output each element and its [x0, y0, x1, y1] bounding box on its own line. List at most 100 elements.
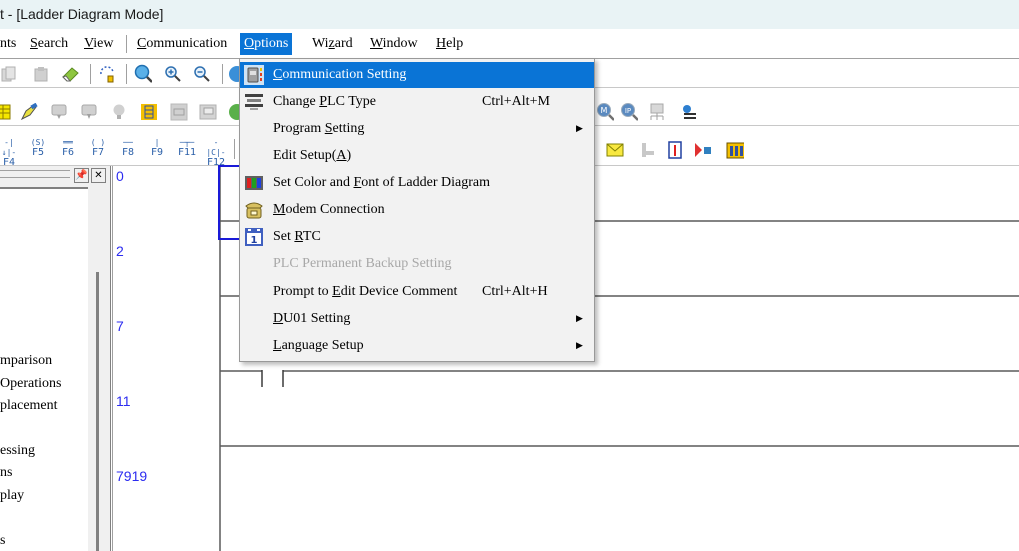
menu-item-label: Set RTC — [273, 224, 321, 250]
menu-label-rest: ommunication — [146, 36, 228, 51]
label-hotkey: D — [273, 311, 284, 326]
menu-window[interactable]: Window — [366, 33, 422, 55]
menu-item-program-setting[interactable]: Program Setting ▶ — [240, 116, 594, 142]
shortcut-text: Ctrl+Alt+H — [482, 284, 548, 299]
tree-item[interactable]: s — [0, 533, 5, 549]
menu-wizard[interactable]: Wizard — [308, 33, 357, 55]
label-rest: ont of Ladder Diagram — [361, 175, 490, 190]
toolbar-separator — [90, 64, 91, 84]
grid-icon[interactable] — [0, 103, 14, 121]
change-plc-type-icon — [244, 92, 264, 112]
label-hotkey: A — [336, 148, 347, 163]
label-hotkey: S — [324, 121, 333, 136]
search-icon[interactable] — [134, 64, 152, 83]
menu-label-pre: Wi — [312, 36, 329, 51]
zoom-out-icon[interactable] — [193, 65, 211, 83]
panel-grip[interactable] — [0, 170, 70, 178]
menu-label-initial: H — [436, 36, 447, 51]
pen-icon[interactable] — [20, 103, 38, 121]
fkey-f7-button[interactable]: ( ) F7 — [87, 138, 109, 160]
relay-icon[interactable] — [170, 103, 188, 121]
fkey-f12-button[interactable]: -|C|- F12 — [205, 138, 227, 168]
menu-label-rest: earch — [37, 36, 69, 51]
label-pre: Prompt to — [273, 284, 333, 299]
menu-item-language-setup[interactable]: Language Setup ▶ — [240, 333, 594, 359]
tree-scrollbar[interactable] — [88, 187, 110, 551]
module-icon[interactable] — [726, 141, 744, 159]
tree-item[interactable]: ns — [0, 465, 12, 481]
menu-item-du01-setting[interactable]: DU01 Setting ▶ — [240, 306, 594, 332]
menu-label-rest: ard — [334, 36, 353, 51]
svg-text:1: 1 — [251, 235, 258, 246]
modbus-search-icon[interactable]: M — [596, 103, 614, 121]
print-icon[interactable] — [199, 103, 217, 121]
menu-item-set-rtc[interactable]: 1 Set RTC — [240, 224, 594, 250]
signal-block-icon[interactable] — [694, 141, 712, 159]
menu-help[interactable]: Help — [432, 33, 467, 55]
label-rest: dit Device Comment — [340, 284, 458, 299]
label-pre: Set — [273, 229, 295, 244]
fkey-label: F5 — [31, 147, 45, 158]
settings-list-icon[interactable] — [680, 103, 698, 121]
eraser-icon[interactable] — [62, 65, 80, 83]
toolbar-separator — [234, 139, 235, 159]
menu-label-rest: iew — [93, 36, 114, 51]
menu-edit-partial[interactable]: nts — [0, 33, 20, 55]
line-number: 7919 — [116, 468, 148, 484]
menu-search[interactable]: Search — [26, 33, 72, 55]
menu-item-label: Language Setup — [273, 333, 364, 359]
calendar-icon: 1 — [244, 227, 264, 247]
fkey-f4-button[interactable]: -|↓|- F4 — [0, 138, 20, 168]
fkey-label: F8 — [121, 147, 135, 158]
fkey-f9-button[interactable]: | F9 — [146, 138, 168, 160]
menu-label-rest: elp — [446, 36, 464, 51]
shortcut-text: Ctrl+Alt+M — [482, 94, 550, 109]
fkey-f6-button[interactable]: ══ F6 — [57, 138, 79, 160]
menu-item-set-color-font[interactable]: Set Color and Font of Ladder Diagram — [240, 170, 594, 196]
menu-item-change-plc-type[interactable]: Change PLC Type Ctrl+Alt+M — [240, 89, 594, 115]
menu-options[interactable]: Options — [240, 33, 293, 55]
tree-item[interactable]: play — [0, 488, 24, 504]
copy-icon[interactable] — [0, 65, 18, 83]
fkey-label: F6 — [61, 147, 75, 158]
menu-view[interactable]: View — [80, 33, 118, 55]
menu-item-communication-setting[interactable]: Communication Setting — [240, 62, 594, 88]
zoom-in-icon[interactable] — [164, 65, 182, 83]
close-icon[interactable]: ✕ — [91, 168, 106, 183]
menu-item-edit-setup[interactable]: Edit Setup(A) — [240, 143, 594, 169]
menu-item-label: Program Setting — [273, 116, 364, 142]
tree-item[interactable]: mparison — [0, 353, 52, 369]
project-panel: 📌 ✕ mparison Operations placement essing… — [0, 166, 111, 551]
menu-communication[interactable]: Communication — [133, 33, 231, 55]
tree-item[interactable]: Operations — [0, 376, 61, 392]
undo-redo-icon[interactable] — [98, 65, 116, 83]
fkey-f8-button[interactable]: ── F8 — [117, 138, 139, 160]
menu-item-prompt-edit-comment[interactable]: Prompt to Edit Device Comment Ctrl+Alt+H — [240, 279, 594, 305]
network-icon[interactable] — [648, 103, 666, 121]
menu-item-modem-connection[interactable]: Modem Connection — [240, 197, 594, 223]
menu-bar: nts Search View Communication Options Wi… — [0, 29, 1019, 59]
submenu-arrow-icon: ▶ — [576, 341, 583, 351]
menu-item-label: Prompt to Edit Device Comment — [273, 279, 457, 305]
pin-icon[interactable]: 📌 — [74, 168, 89, 183]
fkey-f11-button[interactable]: ─┬─ F11 — [176, 138, 198, 160]
mail-icon[interactable] — [606, 141, 624, 159]
ip-search-icon[interactable]: IP — [620, 103, 638, 121]
axis-icon[interactable] — [638, 141, 656, 159]
bulb-icon[interactable] — [110, 103, 128, 121]
tree-item[interactable]: essing — [0, 443, 35, 459]
menu-label-initial: W — [370, 36, 383, 51]
label-hotkey: E — [332, 284, 341, 299]
fkey-f5-button[interactable]: (S) F5 — [27, 138, 49, 160]
label-pre: Program — [273, 121, 325, 136]
tree-item[interactable]: placement — [0, 398, 58, 414]
options-menu: Communication Setting Change PLC Type Ct… — [239, 58, 595, 362]
monitor-down-icon[interactable] — [80, 103, 98, 121]
menu-label: nts — [0, 36, 17, 51]
menu-item-label: Set Color and Font of Ladder Diagram — [273, 170, 490, 196]
scrollbar-thumb[interactable] — [96, 272, 99, 551]
paste-icon[interactable] — [32, 65, 50, 83]
monitor-up-icon[interactable] — [50, 103, 68, 121]
device-map-icon[interactable] — [140, 103, 158, 121]
thermometer-icon[interactable] — [666, 141, 684, 159]
